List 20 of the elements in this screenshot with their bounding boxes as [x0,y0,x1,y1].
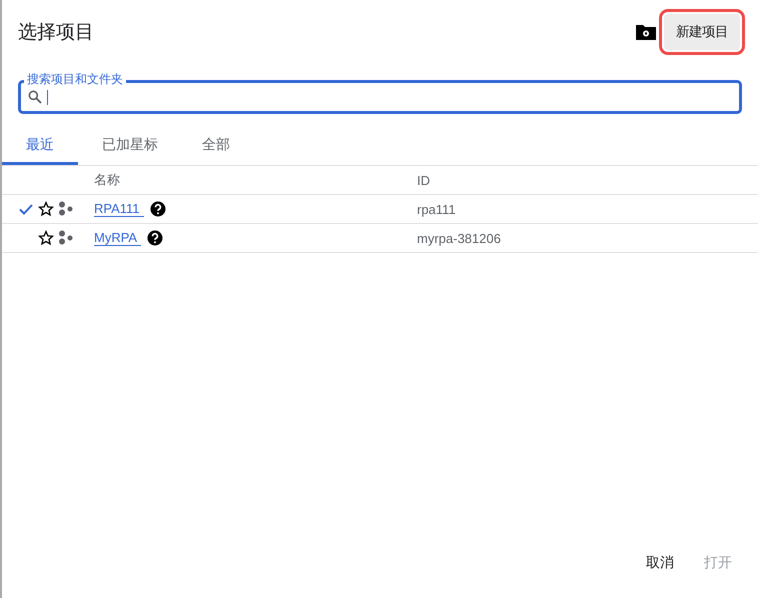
star-icon[interactable] [38,201,54,217]
tab[interactable]: 已加星标 [78,132,178,165]
help-icon[interactable] [147,230,164,246]
star-icon[interactable] [38,230,54,246]
project-dots-icon [58,230,74,246]
project-link[interactable]: RPA111 [94,201,144,217]
column-header: ID [417,172,431,188]
help-icon[interactable] [150,201,166,217]
column-header: 名称 [94,171,121,189]
project-dots-icon [58,201,74,217]
dialog-title: 选择项目 [18,21,95,45]
project-id: rpa111 [417,202,457,216]
dialog-button[interactable]: 取消 [634,546,686,580]
project-link[interactable]: MyRPA [94,230,142,246]
tab[interactable]: 最近 [2,132,78,165]
project-id: myrpa-381206 [417,230,502,246]
search-icon [27,89,43,105]
tab[interactable]: 全部 [178,132,278,165]
new-project-button[interactable]: 新建项目 [664,14,740,50]
folder-gear-icon[interactable] [636,24,656,40]
